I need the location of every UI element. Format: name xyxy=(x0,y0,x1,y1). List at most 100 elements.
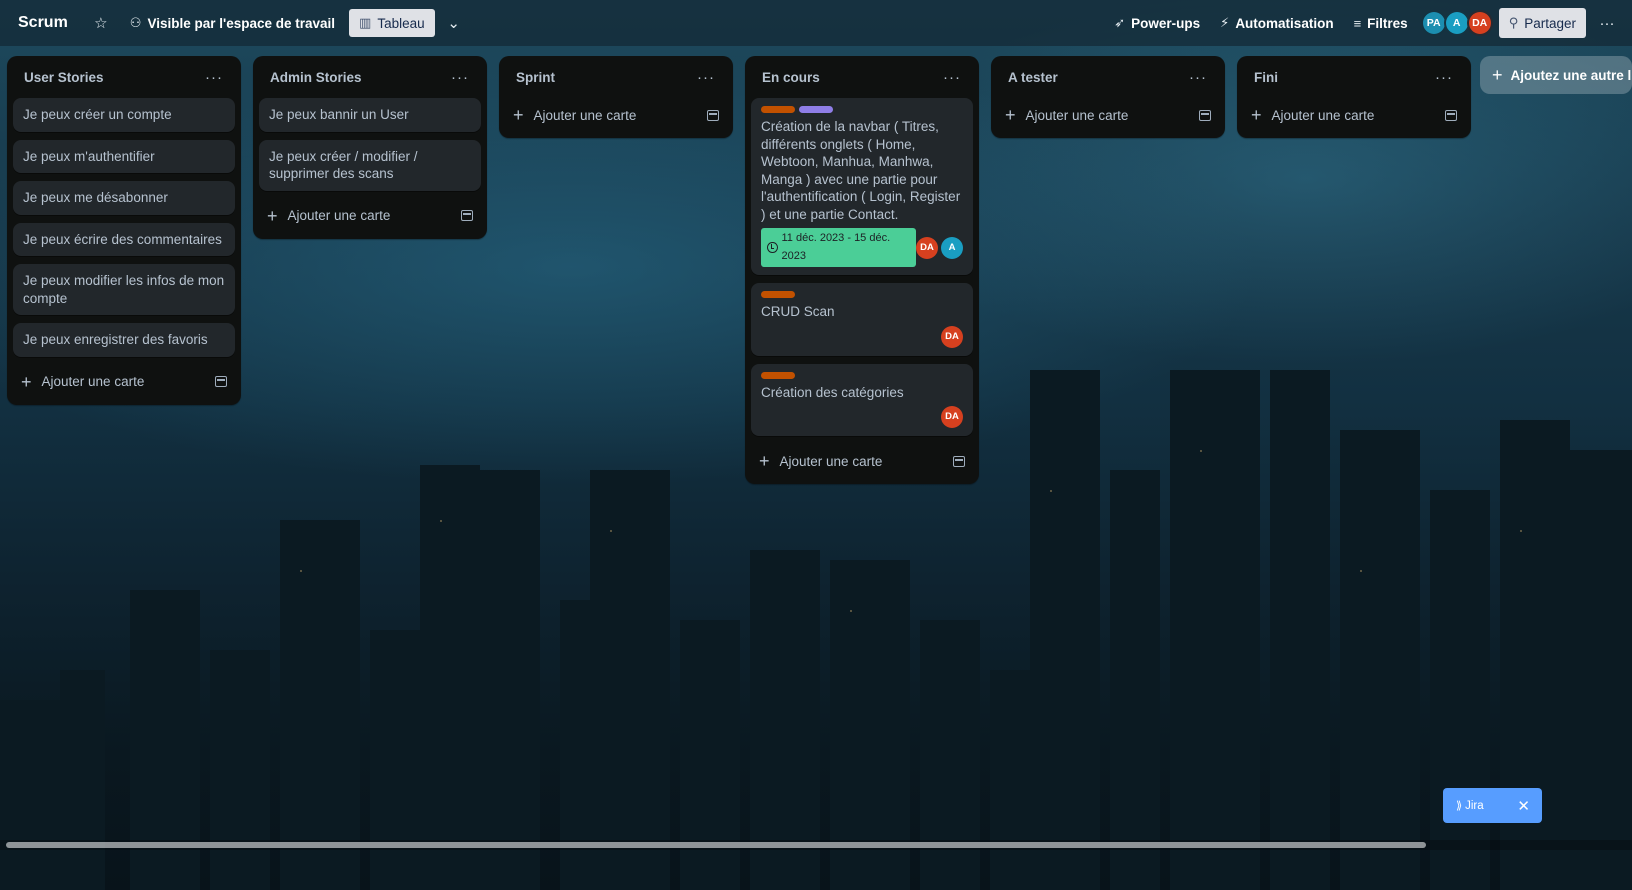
list-a-tester: A tester ··· + Ajouter une carte xyxy=(991,56,1225,138)
template-icon[interactable] xyxy=(215,376,227,387)
powerups-button[interactable]: ➶ Power-ups xyxy=(1106,8,1208,38)
add-card-button[interactable]: + Ajouter une carte xyxy=(1243,98,1465,132)
list-menu-icon[interactable]: ··· xyxy=(1185,69,1211,86)
filter-icon: ≡ xyxy=(1353,15,1362,31)
rocket-icon: ➶ xyxy=(1114,15,1126,30)
list-title[interactable]: User Stories xyxy=(24,70,104,85)
list-item[interactable]: Je peux me désabonner xyxy=(13,181,235,215)
avatar[interactable]: PA xyxy=(1420,10,1447,36)
list-title[interactable]: A tester xyxy=(1008,70,1058,85)
add-card-label: Ajouter une carte xyxy=(533,107,637,123)
jira-widget[interactable]: ⟫ Jira ✕ xyxy=(1443,788,1542,823)
add-card-button[interactable]: + Ajouter une carte xyxy=(505,98,727,132)
board-icon: ▥ xyxy=(359,15,372,30)
list-title[interactable]: Sprint xyxy=(516,70,555,85)
plus-icon: + xyxy=(1251,105,1262,125)
label-orange[interactable] xyxy=(761,371,795,379)
list-menu-icon[interactable]: ··· xyxy=(693,69,719,86)
template-icon[interactable] xyxy=(707,109,719,121)
powerups-label: Power-ups xyxy=(1131,15,1201,31)
list-item[interactable]: Je peux créer un compte xyxy=(13,98,235,132)
list-sprint: Sprint ··· + Ajouter une carte xyxy=(499,56,733,138)
board-header: Scrum ☆ ⚇ Visible par l'espace de travai… xyxy=(0,0,1632,46)
view-switcher-button[interactable]: ▥ Tableau xyxy=(349,9,435,37)
board-title[interactable]: Scrum xyxy=(18,14,68,32)
user-add-icon: ⚲ xyxy=(1508,15,1519,30)
template-icon[interactable] xyxy=(1445,109,1457,121)
list-admin-stories: Admin Stories ··· Je peux bannir un User… xyxy=(253,56,487,239)
avatar[interactable]: DA xyxy=(941,325,963,348)
card-labels xyxy=(761,106,963,113)
visibility-label: Visible par l'espace de travail xyxy=(147,15,336,31)
add-list-button[interactable]: + Ajoutez une autre liste xyxy=(1480,56,1632,94)
close-icon[interactable]: ✕ xyxy=(1517,797,1530,815)
board-members: PA A DA xyxy=(1420,10,1493,36)
list-item[interactable]: Je peux bannir un User xyxy=(259,98,481,132)
label-purple[interactable] xyxy=(799,106,833,113)
label-orange[interactable] xyxy=(761,106,795,113)
avatar[interactable]: A xyxy=(941,236,963,259)
list-menu-icon[interactable]: ··· xyxy=(201,69,227,86)
list-menu-icon[interactable]: ··· xyxy=(939,69,965,86)
template-icon[interactable] xyxy=(1199,109,1211,121)
add-list-label: Ajoutez une autre liste xyxy=(1510,67,1632,83)
star-icon[interactable]: ☆ xyxy=(86,8,116,38)
avatar[interactable]: A xyxy=(1443,10,1470,36)
jira-logo-icon: ⟫ xyxy=(1456,800,1463,812)
list-header: Admin Stories ··· xyxy=(259,56,481,98)
list-title[interactable]: En cours xyxy=(762,70,820,85)
list-header: Sprint ··· xyxy=(505,56,727,98)
add-card-label: Ajouter une carte xyxy=(41,374,145,389)
automation-button[interactable]: ⚡ Automatisation xyxy=(1212,8,1341,38)
card-badges: DA xyxy=(761,325,963,348)
template-icon[interactable] xyxy=(953,455,965,467)
label-orange[interactable] xyxy=(761,291,795,298)
list-header: En cours ··· xyxy=(751,56,973,98)
list-menu-icon[interactable]: ··· xyxy=(1431,69,1457,86)
card-badges: 11 déc. 2023 - 15 déc. 2023 DA A xyxy=(761,228,963,267)
list-item[interactable]: Je peux m'authentifier xyxy=(13,139,235,173)
list-item[interactable]: Je peux modifier les infos de mon compte xyxy=(13,264,235,315)
avatar[interactable]: DA xyxy=(941,406,963,428)
jira-label: Jira xyxy=(1465,799,1484,812)
horizontal-scrollbar[interactable] xyxy=(6,842,1426,848)
avatar[interactable]: DA xyxy=(1466,10,1493,36)
card-title: Création de la navbar ( Titres, différen… xyxy=(761,119,961,222)
list-item[interactable]: Je peux enregistrer des favoris xyxy=(13,323,235,357)
template-icon[interactable] xyxy=(461,210,473,221)
list-title[interactable]: Admin Stories xyxy=(270,70,362,85)
list-header: A tester ··· xyxy=(997,56,1219,98)
list-item[interactable]: CRUD Scan DA xyxy=(751,283,973,356)
list-item[interactable]: Création de la navbar ( Titres, différen… xyxy=(751,98,973,275)
due-date-text: 11 déc. 2023 - 15 déc. 2023 xyxy=(781,232,891,262)
chevron-down-icon[interactable]: ⌄ xyxy=(439,8,469,38)
more-options-icon[interactable]: ··· xyxy=(1592,8,1622,38)
add-card-button[interactable]: + Ajouter une carte xyxy=(259,199,481,233)
add-card-button[interactable]: + Ajouter une carte xyxy=(751,444,973,478)
people-icon: ⚇ xyxy=(129,15,142,30)
due-date-badge[interactable]: 11 déc. 2023 - 15 déc. 2023 xyxy=(761,228,916,267)
card-members: DA A xyxy=(916,236,963,259)
list-item[interactable]: Création des catégories DA xyxy=(751,363,973,436)
list-item[interactable]: Je peux créer / modifier / supprimer des… xyxy=(259,139,481,191)
list-title[interactable]: Fini xyxy=(1254,70,1278,85)
visibility-button[interactable]: ⚇ Visible par l'espace de travail xyxy=(122,8,343,38)
list-menu-icon[interactable]: ··· xyxy=(447,69,473,86)
list-header: Fini ··· xyxy=(1243,56,1465,98)
share-button[interactable]: ⚲ Partager xyxy=(1498,8,1586,38)
plus-icon: + xyxy=(1492,65,1503,85)
clock-icon xyxy=(767,242,778,253)
list-header: User Stories ··· xyxy=(13,56,235,98)
plus-icon: + xyxy=(759,451,770,471)
list-user-stories: User Stories ··· Je peux créer un compte… xyxy=(7,56,241,405)
list-item[interactable]: Je peux écrire des commentaires xyxy=(13,222,235,256)
share-label: Partager xyxy=(1524,15,1576,31)
add-card-button[interactable]: + Ajouter une carte xyxy=(997,98,1219,132)
card-labels xyxy=(761,291,963,298)
plus-icon: + xyxy=(267,205,278,226)
card-badges: DA xyxy=(761,406,963,428)
avatar[interactable]: DA xyxy=(916,236,938,259)
filters-button[interactable]: ≡ Filtres xyxy=(1346,8,1416,38)
add-card-label: Ajouter une carte xyxy=(287,208,391,223)
add-card-button[interactable]: + Ajouter une carte xyxy=(13,365,235,399)
